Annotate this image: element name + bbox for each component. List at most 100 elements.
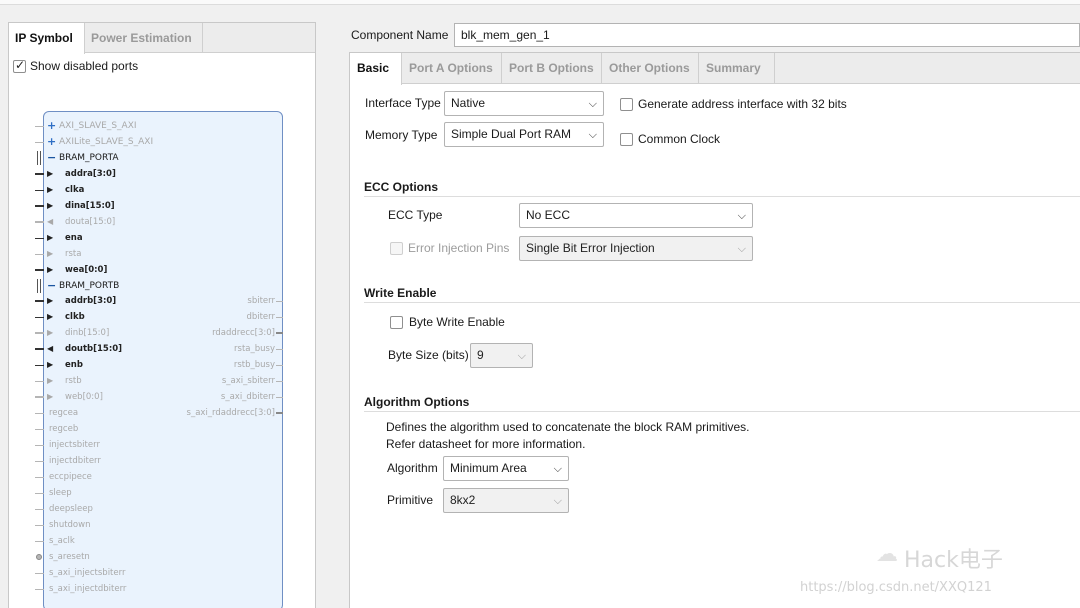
port-label: ena	[65, 232, 83, 243]
error-injection-value: Single Bit Error Injection	[526, 241, 655, 255]
port-group[interactable]: + AXI_SLAVE_S_AXI	[35, 119, 185, 133]
port-label: addra[3:0]	[65, 168, 116, 179]
port-row[interactable]: sleep	[35, 486, 185, 500]
port-label: dbiterr	[246, 312, 275, 323]
interface-type-select[interactable]: Native ⌵	[444, 91, 604, 116]
port-line	[35, 317, 44, 319]
port-label: s_axi_rdaddrecc[3:0]	[186, 408, 275, 419]
byte-size-select[interactable]: 9 ⌵	[470, 343, 533, 368]
port-label: shutdown	[49, 519, 91, 530]
port-row[interactable]: ▶ dina[15:0]	[35, 199, 185, 213]
port-line	[35, 381, 44, 383]
watermark-url: https://blog.csdn.net/XXQ121	[800, 580, 992, 595]
port-row[interactable]: ▶ rsta	[35, 247, 185, 261]
chevron-down-icon: ⌵	[737, 209, 746, 222]
chevron-down-icon: ⌵	[553, 494, 562, 507]
port-label: injectsbiterr	[49, 440, 100, 450]
port-row[interactable]: shutdown	[35, 518, 185, 532]
config-panel: Basic Port A Options Port B Options Othe…	[349, 52, 1080, 608]
port-group[interactable]: − BRAM_PORTB	[35, 278, 185, 293]
generate-address-checkbox[interactable]	[620, 98, 633, 111]
tab-port-b-options[interactable]: Port B Options	[502, 53, 602, 84]
ip-symbol-panel: IP Symbol Power Estimation Show disabled…	[8, 22, 316, 608]
port-row[interactable]: rdaddrecc[3:0]	[129, 326, 283, 340]
port-row[interactable]: dbiterr	[129, 310, 283, 324]
tab-power-estimation[interactable]: Power Estimation	[85, 23, 203, 53]
show-disabled-ports-label: Show disabled ports	[30, 59, 139, 73]
input-arrow-icon: ▶	[47, 376, 54, 386]
port-line	[35, 396, 44, 399]
port-row[interactable]: s_axi_injectdbiterr	[35, 582, 185, 596]
tab-ip-symbol[interactable]: IP Symbol	[9, 23, 85, 54]
input-arrow-icon: ▶	[47, 392, 54, 402]
port-line	[35, 348, 44, 351]
port-row[interactable]: injectsbiterr	[35, 438, 185, 452]
byte-size-label: Byte Size (bits)	[388, 348, 469, 362]
ecc-type-select[interactable]: No ECC ⌵	[519, 203, 753, 228]
port-row[interactable]: ▶ ena	[35, 231, 185, 245]
port-row[interactable]: injectdbiterr	[35, 454, 185, 468]
port-label: dinb[15:0]	[65, 328, 110, 339]
algorithm-value: Minimum Area	[450, 461, 527, 475]
port-row[interactable]: rsta_busy	[129, 342, 283, 356]
port-row[interactable]: ▶ addra[3:0]	[35, 167, 185, 181]
port-group[interactable]: + AXILite_SLAVE_S_AXI	[35, 135, 185, 149]
byte-write-enable-checkbox[interactable]	[390, 316, 403, 329]
port-line	[35, 492, 44, 494]
common-clock-checkbox[interactable]	[620, 133, 633, 146]
port-line	[35, 540, 44, 542]
chevron-down-icon: ⌵	[553, 462, 562, 475]
port-row[interactable]: eccpipece	[35, 470, 185, 484]
port-label: rstb_busy	[233, 360, 275, 371]
memory-type-select[interactable]: Simple Dual Port RAM ⌵	[444, 122, 604, 147]
section-divider	[364, 196, 1080, 197]
top-bar	[0, 0, 1080, 5]
tab-basic[interactable]: Basic	[350, 53, 402, 85]
tab-port-a-options[interactable]: Port A Options	[402, 53, 502, 84]
error-injection-checkbox[interactable]	[390, 242, 403, 255]
port-line	[276, 301, 283, 303]
generate-address-label: Generate address interface with 32 bits	[638, 97, 847, 111]
port-row[interactable]: ▶ wea[0:0]	[35, 263, 185, 277]
show-disabled-ports-checkbox[interactable]	[13, 58, 26, 73]
port-row[interactable]: s_axi_dbiterr	[129, 390, 283, 404]
port-row[interactable]: rstb_busy	[129, 358, 283, 372]
port-label: rdaddrecc[3:0]	[212, 328, 275, 339]
chevron-down-icon: ⌵	[588, 128, 597, 141]
port-row[interactable]: s_axi_sbiterr	[129, 374, 283, 388]
primitive-select[interactable]: 8kx2 ⌵	[443, 488, 569, 513]
port-line	[35, 141, 44, 143]
algorithm-select[interactable]: Minimum Area ⌵	[443, 456, 569, 481]
error-injection-select[interactable]: Single Bit Error Injection ⌵	[519, 236, 753, 261]
port-row[interactable]: ▶ clka	[35, 183, 185, 197]
port-line	[35, 476, 44, 478]
ecc-options-heading: ECC Options	[364, 180, 438, 194]
port-row[interactable]: sbiterr	[129, 294, 283, 308]
port-label: wea[0:0]	[65, 264, 108, 275]
port-row[interactable]: ◀ douta[15:0]	[35, 215, 185, 229]
component-name-input[interactable]: blk_mem_gen_1	[454, 23, 1080, 47]
memory-type-value: Simple Dual Port RAM	[451, 127, 572, 141]
port-line	[276, 397, 283, 399]
port-row[interactable]: regceb	[35, 422, 185, 436]
port-line	[35, 413, 44, 415]
output-arrow-icon: ◀	[47, 344, 54, 354]
port-label: rsta	[65, 248, 82, 259]
port-row[interactable]: s_axi_rdaddrecc[3:0]	[129, 406, 283, 420]
port-label: doutb[15:0]	[65, 344, 123, 355]
port-line	[35, 237, 44, 239]
port-line	[35, 172, 44, 175]
port-line	[35, 429, 44, 431]
port-group[interactable]: − BRAM_PORTA	[35, 150, 185, 165]
port-row[interactable]: s_aresetn	[35, 550, 185, 564]
collapse-icon: −	[47, 278, 57, 292]
output-arrow-icon: ◀	[47, 216, 54, 226]
port-line	[276, 381, 283, 383]
port-label: rstb	[65, 376, 82, 387]
port-row[interactable]: s_axi_injectsbiterr	[35, 566, 185, 580]
port-row[interactable]: deepsleep	[35, 502, 185, 516]
tab-other-options[interactable]: Other Options	[602, 53, 699, 84]
port-line	[276, 332, 283, 335]
port-row[interactable]: s_aclk	[35, 534, 185, 548]
tab-summary[interactable]: Summary	[699, 53, 775, 84]
